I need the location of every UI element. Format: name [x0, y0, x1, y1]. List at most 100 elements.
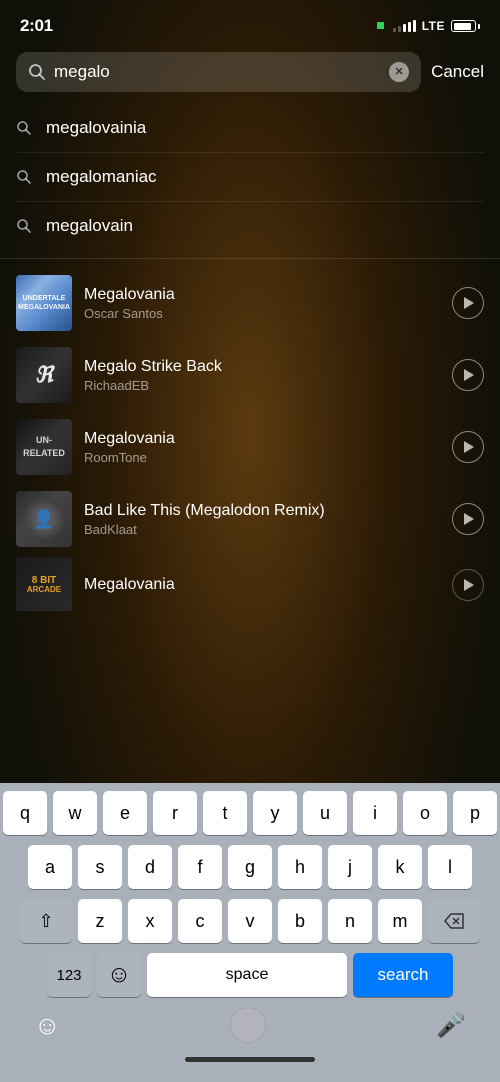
- battery-icon: [451, 20, 480, 32]
- key-t[interactable]: t: [203, 791, 247, 835]
- suggestion-item[interactable]: megalovain: [16, 202, 484, 250]
- suggestion-search-icon: [16, 169, 32, 185]
- album-art: UN-RELATED: [16, 419, 72, 475]
- suggestion-search-icon: [16, 120, 32, 136]
- keyboard-row-3: ⇧ z x c v b n m: [4, 899, 496, 943]
- search-key[interactable]: search: [353, 953, 453, 997]
- clear-button[interactable]: ✕: [389, 62, 409, 82]
- song-title: Megalovania: [84, 430, 440, 448]
- song-item[interactable]: 8 BIT ARCADE Megalovania: [0, 555, 500, 611]
- suggestions-list: megalovainia megalomaniac megalovain: [0, 104, 500, 250]
- key-g[interactable]: g: [228, 845, 272, 889]
- song-artist: Oscar Santos: [84, 306, 440, 321]
- key-y[interactable]: y: [253, 791, 297, 835]
- key-f[interactable]: f: [178, 845, 222, 889]
- play-button[interactable]: [452, 431, 484, 463]
- key-k[interactable]: k: [378, 845, 422, 889]
- key-o[interactable]: o: [403, 791, 447, 835]
- search-bar[interactable]: megalo ✕: [16, 52, 421, 92]
- song-title: Megalo Strike Back: [84, 358, 440, 376]
- album-art-circle: 👤: [24, 499, 64, 539]
- album-art-logo: ℜ: [35, 362, 53, 388]
- numeric-key[interactable]: 123: [47, 953, 91, 997]
- song-info: Megalovania Oscar Santos: [84, 286, 440, 321]
- key-b[interactable]: b: [278, 899, 322, 943]
- suggestion-text: megalovainia: [46, 118, 146, 138]
- key-x[interactable]: x: [128, 899, 172, 943]
- album-art: ℜ: [16, 347, 72, 403]
- song-item[interactable]: UN-RELATED Megalovania RoomTone: [0, 411, 500, 483]
- key-l[interactable]: l: [428, 845, 472, 889]
- play-button[interactable]: [452, 287, 484, 319]
- suggestion-search-icon: [16, 218, 32, 234]
- keyboard-row-4: 123 ☺ space search: [4, 953, 496, 997]
- song-results: UNDERTALEMEGALOVANIA Megalovania Oscar S…: [0, 267, 500, 783]
- emoji-icon: ☺: [107, 961, 132, 989]
- play-icon: [464, 297, 474, 309]
- search-icon: [28, 63, 46, 81]
- song-item[interactable]: UNDERTALEMEGALOVANIA Megalovania Oscar S…: [0, 267, 500, 339]
- key-e[interactable]: e: [103, 791, 147, 835]
- emoji-key[interactable]: ☺: [97, 953, 141, 997]
- key-p[interactable]: p: [453, 791, 497, 835]
- key-h[interactable]: h: [278, 845, 322, 889]
- suggestion-item[interactable]: megalovainia: [16, 104, 484, 153]
- key-v[interactable]: v: [228, 899, 272, 943]
- play-button[interactable]: [452, 359, 484, 391]
- cancel-button[interactable]: Cancel: [431, 62, 484, 82]
- play-button[interactable]: [452, 569, 484, 601]
- song-artist: RichaadEB: [84, 378, 440, 393]
- song-info: Bad Like This (Megalodon Remix) BadKlaat: [84, 502, 440, 537]
- bottom-bar: ☺ ☺ 🎤: [0, 1001, 500, 1051]
- play-icon: [464, 513, 474, 525]
- shift-key[interactable]: ⇧: [20, 899, 72, 943]
- shift-icon: ⇧: [38, 911, 53, 932]
- key-a[interactable]: a: [28, 845, 72, 889]
- emoji-smiley-button[interactable]: ☺: [34, 1010, 61, 1041]
- key-j[interactable]: j: [328, 845, 372, 889]
- keyboard-row-1: q w e r t y u i o p: [4, 791, 496, 835]
- key-n[interactable]: n: [328, 899, 372, 943]
- key-i[interactable]: i: [353, 791, 397, 835]
- home-indicator-bar: [185, 1057, 315, 1062]
- suggestion-item[interactable]: megalomaniac: [16, 153, 484, 202]
- backspace-key[interactable]: [428, 899, 480, 943]
- section-divider: [0, 258, 500, 259]
- search-input[interactable]: megalo: [54, 62, 381, 82]
- wifi-dot-icon: [377, 22, 384, 29]
- keyboard-row-2: a s d f g h j k l: [4, 845, 496, 889]
- play-button[interactable]: [452, 503, 484, 535]
- song-artist: BadKlaat: [84, 522, 440, 537]
- song-item[interactable]: ℜ Megalo Strike Back RichaadEB: [0, 339, 500, 411]
- suggestion-text: megalovain: [46, 216, 133, 236]
- home-button[interactable]: [230, 1007, 266, 1043]
- signal-bars-icon: [393, 20, 416, 32]
- song-title: Megalovania: [84, 576, 440, 594]
- song-artist: RoomTone: [84, 450, 440, 465]
- song-info: Megalo Strike Back RichaadEB: [84, 358, 440, 393]
- suggestion-text: megalomaniac: [46, 167, 157, 187]
- key-q[interactable]: q: [3, 791, 47, 835]
- album-art: 8 BIT ARCADE: [16, 557, 72, 611]
- mic-button[interactable]: 🎤: [436, 1011, 466, 1040]
- key-r[interactable]: r: [153, 791, 197, 835]
- key-w[interactable]: w: [53, 791, 97, 835]
- play-icon: [464, 441, 474, 453]
- song-info: Megalovania: [84, 576, 440, 594]
- key-c[interactable]: c: [178, 899, 222, 943]
- clear-icon: ✕: [394, 67, 403, 78]
- lte-label: LTE: [422, 19, 445, 33]
- album-art: 👤: [16, 491, 72, 547]
- key-s[interactable]: s: [78, 845, 122, 889]
- key-m[interactable]: m: [378, 899, 422, 943]
- song-item[interactable]: 👤 Bad Like This (Megalodon Remix) BadKla…: [0, 483, 500, 555]
- album-art-text: UN-RELATED: [23, 434, 65, 459]
- key-d[interactable]: d: [128, 845, 172, 889]
- space-key[interactable]: space: [147, 953, 347, 997]
- play-icon: [464, 579, 474, 591]
- key-u[interactable]: u: [303, 791, 347, 835]
- key-z[interactable]: z: [78, 899, 122, 943]
- song-title: Megalovania: [84, 286, 440, 304]
- album-art: UNDERTALEMEGALOVANIA: [16, 275, 72, 331]
- song-info: Megalovania RoomTone: [84, 430, 440, 465]
